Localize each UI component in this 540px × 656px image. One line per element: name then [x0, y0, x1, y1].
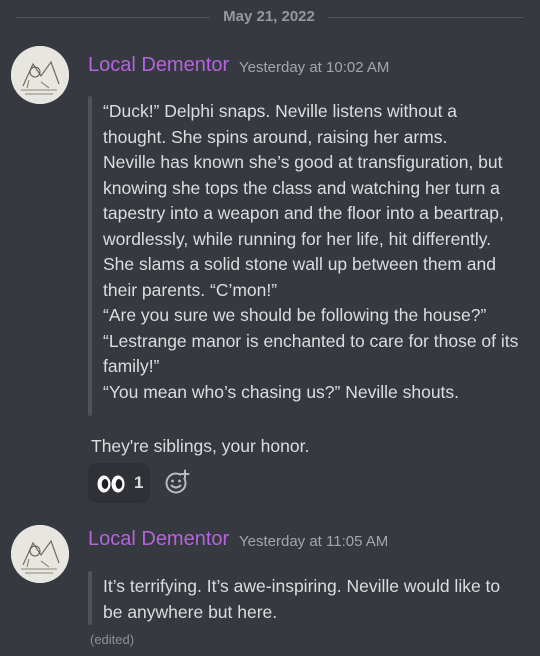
divider-line-right	[328, 17, 524, 18]
quote-bar	[88, 571, 92, 625]
eyes-emoji-icon	[97, 475, 125, 493]
quote-line: “Duck!” Delphi snaps. Neville listens wi…	[103, 101, 458, 121]
username[interactable]: Local Dementor	[88, 54, 229, 77]
quote-line: “You mean who’s chasing us?” Neville sho…	[103, 381, 460, 402]
quote-line: Neville has known she’s good at transfig…	[103, 152, 503, 172]
quote-line: be anywhere but here.	[103, 601, 278, 622]
quote-text: “Duck!” Delphi snaps. Neville listens wi…	[103, 99, 528, 405]
reaction-count: 1	[134, 473, 144, 492]
quote-line: She slams a solid stone wall up between …	[103, 254, 497, 274]
quote-line: “Are you sure we should be following the…	[103, 305, 487, 325]
avatar-sketch-icon	[11, 46, 69, 104]
quote-text: It’s terrifying. It’s awe-inspiring. Nev…	[103, 574, 528, 625]
avatar-sketch-icon	[11, 525, 69, 583]
quote-line: thought. She spins around, raising her a…	[103, 126, 448, 147]
divider-line-left	[16, 17, 210, 18]
avatar[interactable]	[11, 525, 69, 583]
timestamp: Yesterday at 11:05 AM	[239, 533, 389, 550]
message-text: They're siblings, your honor.	[91, 436, 310, 456]
quote-line: family!”	[103, 356, 160, 376]
quote-line: their parents. “C’mon!”	[103, 279, 278, 300]
quote-line: It’s terrifying. It’s awe-inspiring. Nev…	[103, 576, 501, 596]
username[interactable]: Local Dementor	[88, 528, 229, 551]
divider-date: May 21, 2022	[223, 8, 315, 25]
avatar[interactable]	[11, 46, 69, 104]
quote-bar	[88, 96, 92, 416]
quote-line: wordlessly, while running for her life, …	[103, 228, 492, 249]
edited-label: (edited)	[90, 632, 135, 647]
quote-line: “Lestrange manor is enchanted to care fo…	[103, 330, 519, 351]
timestamp: Yesterday at 10:02 AM	[239, 59, 390, 76]
date-divider: May 21, 2022	[0, 0, 540, 36]
quote-line: knowing she tops the class and watching …	[103, 177, 500, 198]
quote-line: tapestry into a weapon and the floor int…	[103, 203, 504, 223]
reaction-eyes[interactable]: 1	[88, 463, 150, 503]
add-reaction-icon[interactable]	[164, 469, 190, 495]
